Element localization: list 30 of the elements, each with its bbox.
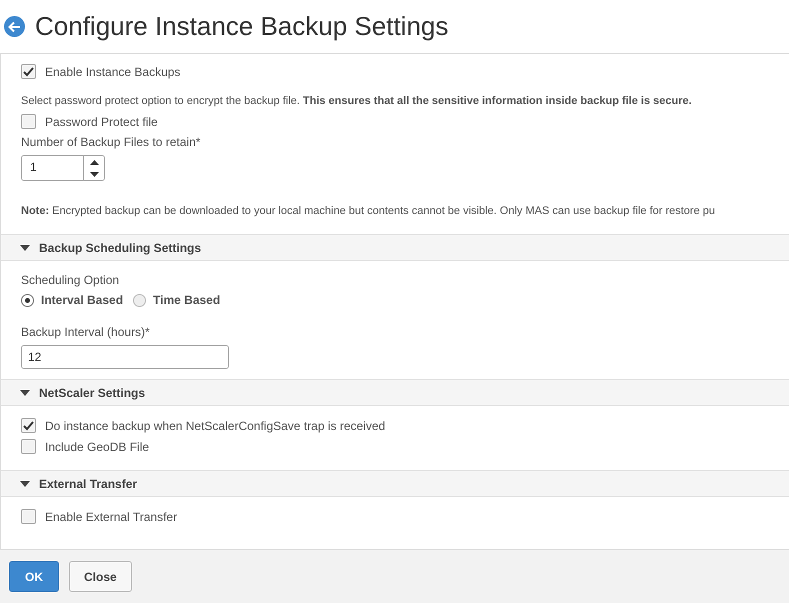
field-label: Backup Interval (hours)* bbox=[21, 325, 151, 339]
ok-button[interactable]: OK bbox=[9, 561, 59, 592]
back-button[interactable] bbox=[4, 16, 25, 37]
section-header[interactable]: Backup Scheduling Settings bbox=[1, 234, 789, 261]
radio-option[interactable]: Time Based bbox=[133, 293, 220, 307]
close-button[interactable]: Close bbox=[69, 561, 132, 592]
checkbox-label: Enable External Transfer bbox=[45, 510, 178, 524]
radio-option[interactable]: Interval Based bbox=[21, 293, 124, 307]
checkbox[interactable] bbox=[21, 114, 36, 129]
left-arrow-icon bbox=[8, 20, 21, 32]
caret-icon bbox=[20, 480, 30, 486]
checkbox-label: Include GeoDB File bbox=[45, 440, 150, 454]
caret-icon bbox=[20, 390, 30, 396]
field-label: Scheduling Option bbox=[21, 273, 120, 287]
info-text: Select password protect option to encrypt the backup file. This ensures that all the sensitive information inside backup file is secure. bbox=[21, 94, 692, 108]
checkbox-label: Password Protect file bbox=[45, 114, 158, 128]
checkbox-label: Enable Instance Backups bbox=[45, 64, 180, 78]
section-header[interactable]: NetScaler Settings bbox=[1, 379, 789, 406]
section-header[interactable]: External Transfer bbox=[1, 470, 789, 497]
field-label: Number of Backup Files to retain* bbox=[21, 135, 202, 149]
checkbox[interactable] bbox=[21, 64, 36, 79]
input-field[interactable]: 12 bbox=[21, 345, 229, 369]
checkbox[interactable] bbox=[21, 418, 36, 433]
page-title: Configure Instance Backup Settings bbox=[35, 11, 448, 42]
info-text: Note: Encrypted backup can be downloaded to your local machine but contents cannot be visible. Only MAS can use backup file for restore pu bbox=[21, 204, 715, 218]
number-spinner[interactable]: 1 bbox=[21, 155, 105, 181]
checkbox[interactable] bbox=[21, 439, 36, 454]
checkbox[interactable] bbox=[21, 509, 36, 524]
caret-icon bbox=[20, 244, 30, 250]
checkbox-label: Do instance backup when NetScalerConfigSave trap is received bbox=[45, 418, 386, 432]
